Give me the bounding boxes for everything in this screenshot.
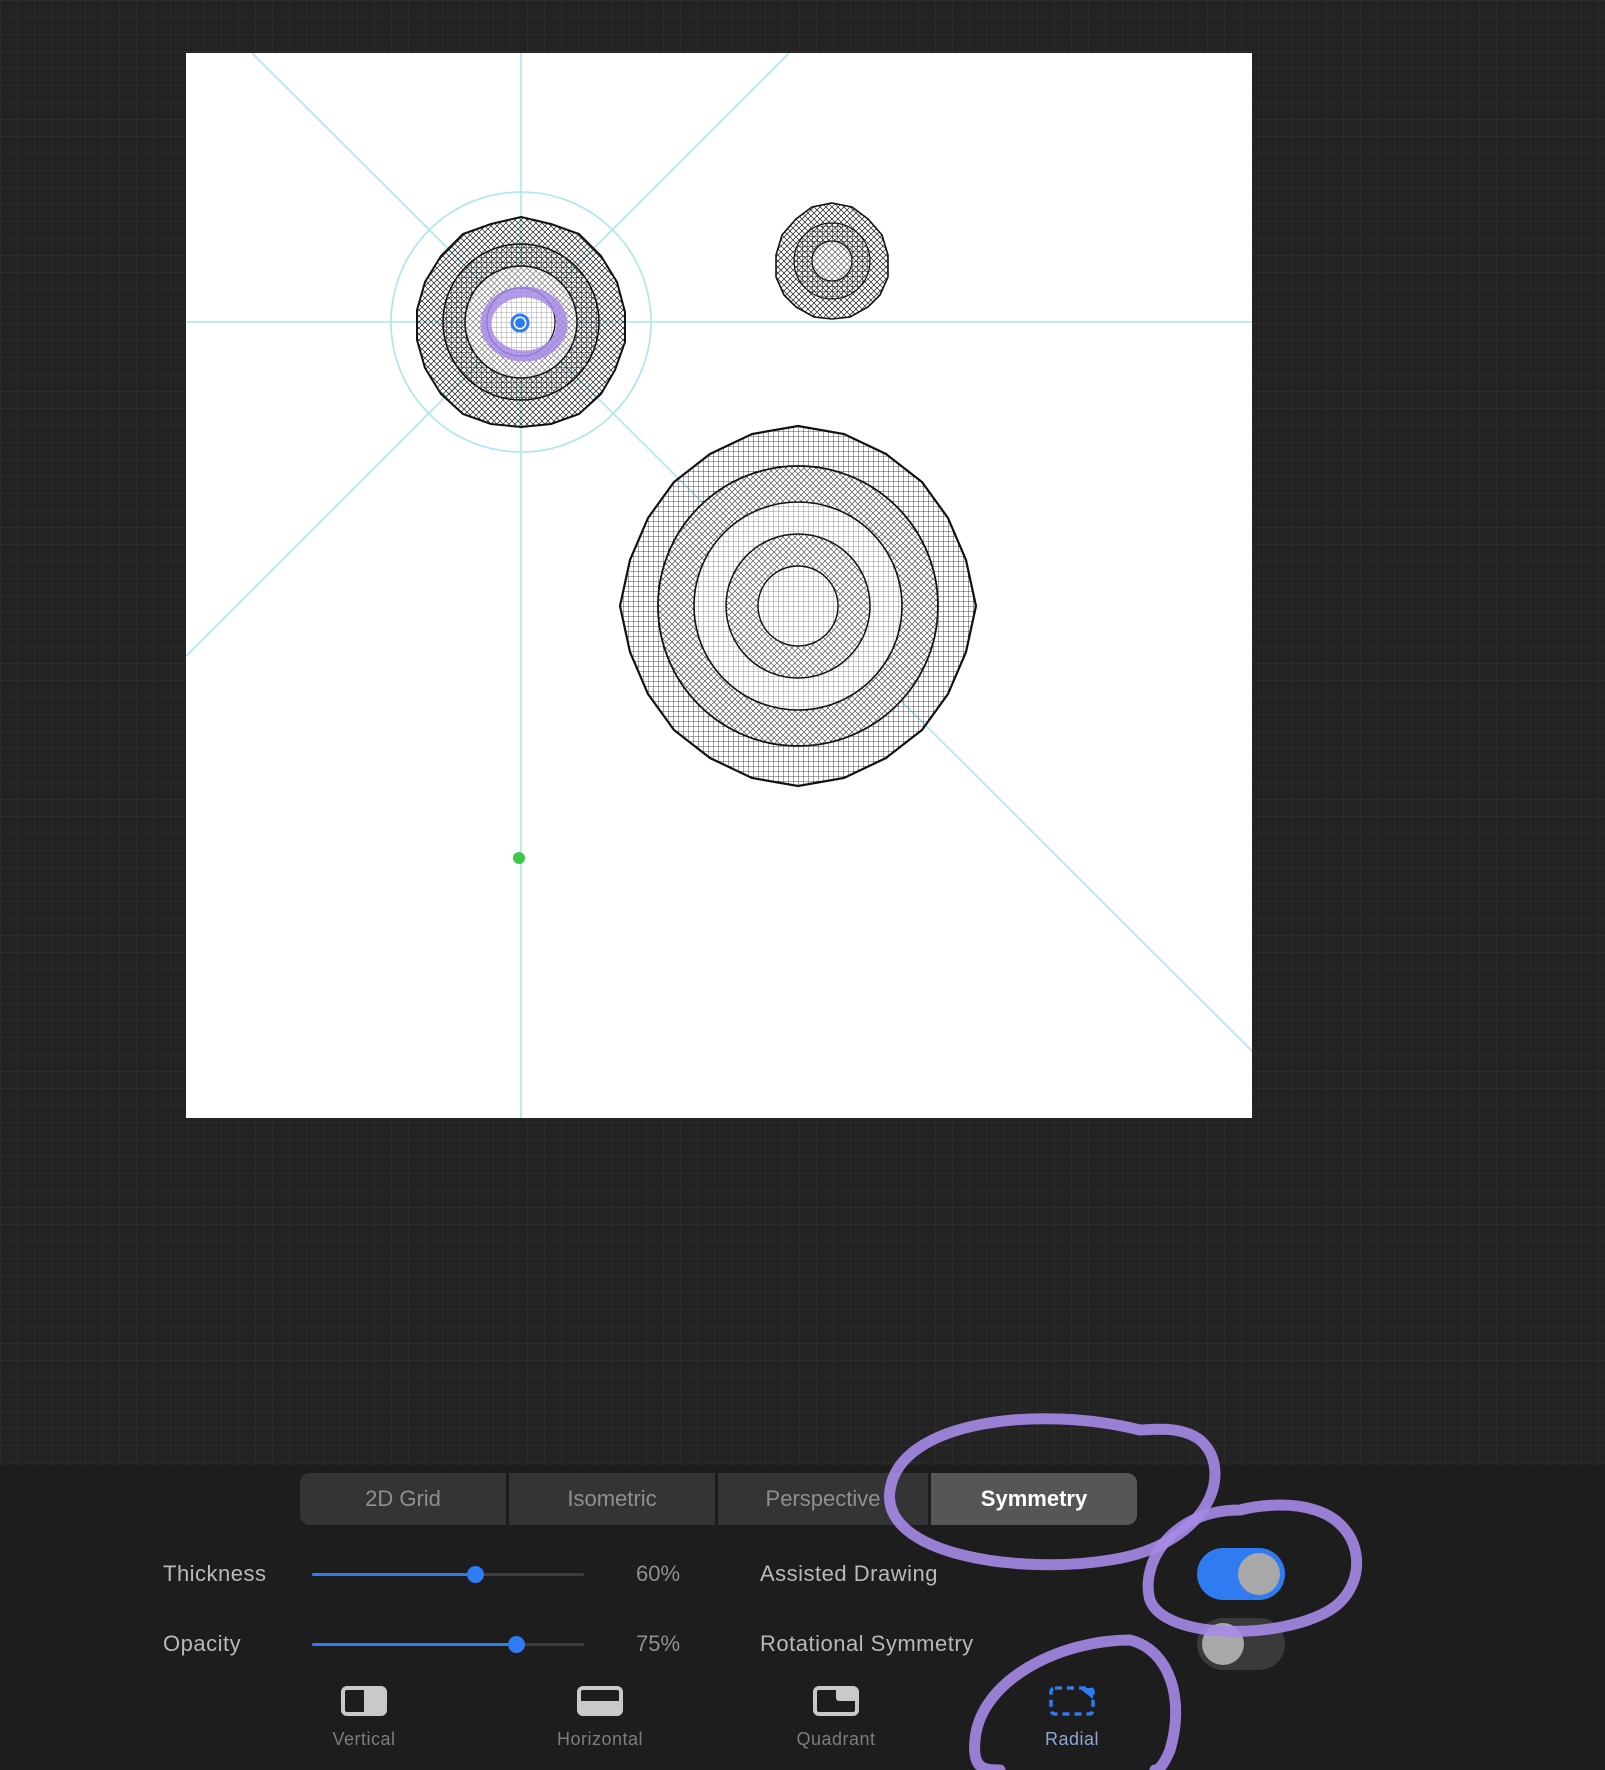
thickness-slider-fill	[312, 1573, 476, 1576]
opacity-slider[interactable]	[312, 1636, 584, 1653]
radial-symmetry-icon	[1049, 1686, 1095, 1716]
tab-2d-grid[interactable]: 2D Grid	[300, 1473, 506, 1525]
assisted-drawing-label: Assisted Drawing	[760, 1561, 938, 1586]
horizontal-label: Horizontal	[556, 1729, 644, 1749]
horizontal-symmetry-icon	[577, 1686, 623, 1716]
vertical-label: Vertical	[332, 1729, 396, 1749]
thickness-slider[interactable]	[312, 1566, 584, 1583]
vertical-symmetry-icon	[341, 1686, 387, 1716]
rotational-symmetry-toggle-thumb	[1202, 1623, 1244, 1665]
thickness-value: 60%	[636, 1561, 681, 1586]
tab-isometric[interactable]: Isometric	[509, 1473, 715, 1525]
symmetry-option-radial[interactable]: Radial	[1012, 1685, 1132, 1750]
tab-perspective[interactable]: Perspective	[718, 1473, 928, 1525]
opacity-slider-knob[interactable]	[508, 1636, 525, 1653]
thickness-label: Thickness	[163, 1561, 267, 1586]
quadrant-label: Quadrant	[796, 1729, 876, 1749]
quadrant-symmetry-icon	[813, 1686, 859, 1716]
assisted-drawing-toggle[interactable]	[1197, 1548, 1285, 1600]
symmetry-option-quadrant[interactable]: Quadrant	[776, 1685, 896, 1750]
tab-symmetry[interactable]: Symmetry	[931, 1473, 1137, 1525]
opacity-slider-fill	[312, 1643, 516, 1646]
radial-label: Radial	[1044, 1729, 1100, 1749]
drawing-canvas[interactable]	[186, 53, 1252, 1118]
assisted-drawing-toggle-thumb	[1238, 1553, 1280, 1595]
opacity-label: Opacity	[163, 1631, 242, 1656]
mandala-large	[618, 424, 978, 788]
opacity-value: 75%	[636, 1631, 681, 1656]
canvas-artwork	[186, 53, 1252, 1118]
rotational-symmetry-toggle[interactable]	[1197, 1618, 1285, 1670]
symmetry-option-horizontal[interactable]: Horizontal	[540, 1685, 660, 1750]
symmetry-center-dot	[515, 318, 525, 328]
rotational-symmetry-label: Rotational Symmetry	[760, 1631, 974, 1656]
rotation-handle[interactable]	[513, 852, 525, 864]
mandala-tiny	[775, 202, 889, 320]
canvas-workspace	[0, 0, 1605, 1465]
symmetry-option-vertical[interactable]: Vertical	[304, 1685, 424, 1750]
